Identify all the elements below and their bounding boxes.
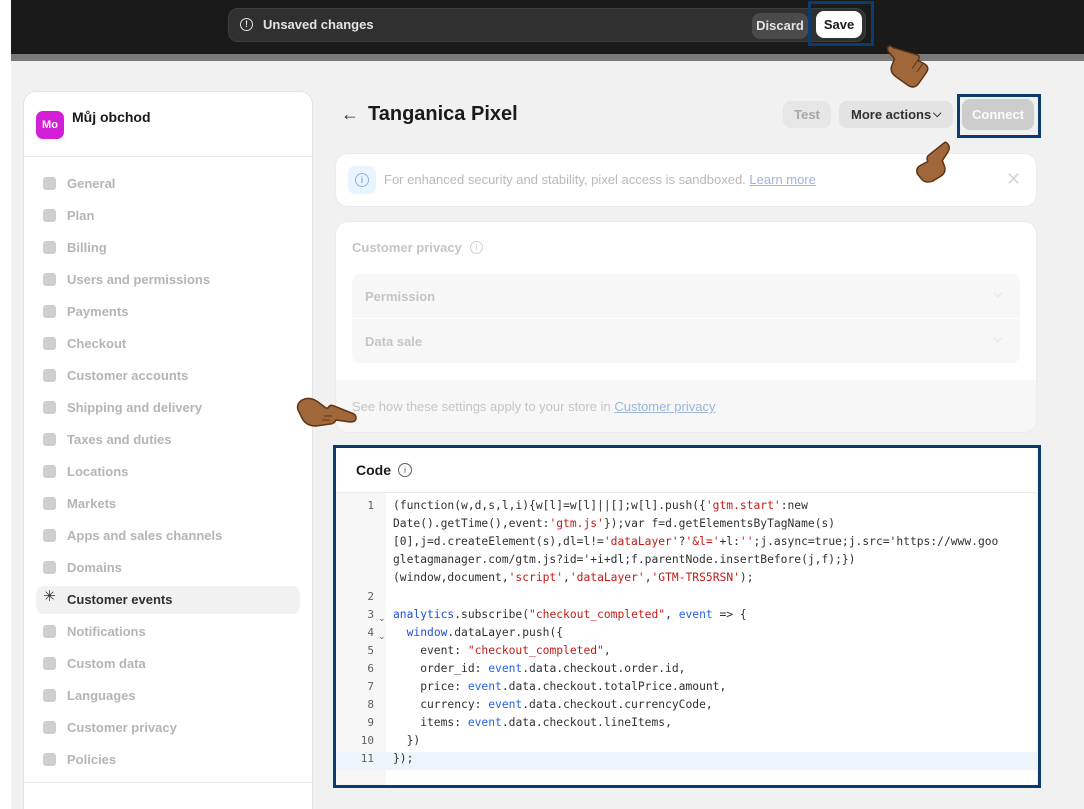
location-icon bbox=[43, 465, 56, 478]
info-icon[interactable]: i bbox=[470, 241, 483, 254]
sidebar-bottom-divider bbox=[24, 782, 312, 783]
chevron-down-icon: ⌵ bbox=[933, 108, 942, 120]
sidebar-item-label: Plan bbox=[67, 208, 95, 223]
language-icon bbox=[43, 689, 56, 702]
sidebar-item-shipping-and-delivery[interactable]: Shipping and delivery bbox=[36, 394, 300, 422]
permission-label: Permission bbox=[365, 289, 436, 304]
sidebar-item-label: Notifications bbox=[67, 624, 146, 639]
sidebar-item-label: Domains bbox=[67, 560, 122, 575]
learn-more-link[interactable]: Learn more bbox=[749, 172, 815, 187]
sidebar-item-label: Languages bbox=[67, 688, 136, 703]
sidebar-item-customer-privacy[interactable]: Customer privacy bbox=[36, 714, 300, 742]
sidebar-item-label: Apps and sales channels bbox=[67, 528, 223, 543]
sidebar-item-users-and-permissions[interactable]: Users and permissions bbox=[36, 266, 300, 294]
discard-button[interactable]: Discard bbox=[752, 13, 808, 39]
customer-privacy-link[interactable]: Customer privacy bbox=[614, 399, 715, 414]
back-arrow-icon[interactable]: ← bbox=[341, 104, 359, 125]
connect-highlight-box bbox=[957, 94, 1041, 138]
sidebar-item-label: Shipping and delivery bbox=[67, 400, 203, 415]
permission-row[interactable]: Permission ⌵ bbox=[352, 274, 1020, 318]
person-icon bbox=[43, 369, 56, 382]
sidebar-item-apps-and-sales-channels[interactable]: Apps and sales channels bbox=[36, 522, 300, 550]
alert-circle-icon: ! bbox=[240, 18, 253, 31]
domain-icon bbox=[43, 561, 56, 574]
sidebar-item-taxes-and-duties[interactable]: Taxes and duties bbox=[36, 426, 300, 454]
store-avatar[interactable]: Mo bbox=[36, 111, 64, 139]
payment-icon bbox=[43, 305, 56, 318]
sidebar-item-plan[interactable]: Plan bbox=[36, 202, 300, 230]
chevron-down-icon: ⌵ bbox=[993, 333, 1002, 345]
banner-text: For enhanced security and stability, pix… bbox=[384, 172, 816, 187]
sidebar-item-languages[interactable]: Languages bbox=[36, 682, 300, 710]
store-name[interactable]: Můj obchod bbox=[72, 109, 151, 125]
apps-icon bbox=[43, 529, 56, 542]
privacy-footer-message: See how these settings apply to your sto… bbox=[352, 399, 611, 414]
tax-icon bbox=[43, 433, 56, 446]
sidebar-item-policies[interactable]: Policies bbox=[36, 746, 300, 774]
sidebar-item-markets[interactable]: Markets bbox=[36, 490, 300, 518]
store-icon bbox=[43, 177, 56, 190]
privacy-footer-text: See how these settings apply to your sto… bbox=[352, 399, 715, 414]
sidebar-item-customer-accounts[interactable]: Customer accounts bbox=[36, 362, 300, 390]
code-highlight-box bbox=[333, 445, 1041, 788]
sidebar-item-domains[interactable]: Domains bbox=[36, 554, 300, 582]
billing-icon bbox=[43, 241, 56, 254]
test-button[interactable]: Test bbox=[783, 101, 831, 128]
lock-icon bbox=[43, 721, 56, 734]
policy-icon bbox=[43, 753, 56, 766]
sparkle-icon: ✳ bbox=[43, 588, 56, 605]
sidebar-item-label: Payments bbox=[67, 304, 129, 319]
close-icon[interactable]: ✕ bbox=[1006, 169, 1021, 190]
pointing-hand-icon bbox=[916, 141, 951, 183]
sidebar-item-custom-data[interactable]: Custom data bbox=[36, 650, 300, 678]
sidebar-item-billing[interactable]: Billing bbox=[36, 234, 300, 262]
sidebar-item-label: Users and permissions bbox=[67, 272, 211, 287]
sidebar-item-label: Custom data bbox=[67, 656, 146, 671]
sidebar-item-locations[interactable]: Locations bbox=[36, 458, 300, 486]
sidebar-divider bbox=[24, 156, 312, 157]
globe-icon bbox=[43, 497, 56, 510]
sidebar-item-label: Taxes and duties bbox=[67, 432, 172, 447]
data-sale-label: Data sale bbox=[365, 334, 423, 349]
database-icon bbox=[43, 657, 56, 670]
sidebar-item-checkout[interactable]: Checkout bbox=[36, 330, 300, 358]
save-highlight-box bbox=[808, 1, 874, 46]
sidebar-item-notifications[interactable]: Notifications bbox=[36, 618, 300, 646]
sidebar-item-label: General bbox=[67, 176, 116, 191]
unsaved-changes-label: Unsaved changes bbox=[263, 17, 374, 32]
sidebar-item-customer-events[interactable]: ✳ Customer events bbox=[36, 586, 300, 614]
bell-icon bbox=[43, 625, 56, 638]
data-sale-row[interactable]: Data sale ⌵ bbox=[352, 319, 1020, 363]
sidebar-item-label: Markets bbox=[67, 496, 117, 511]
chart-icon bbox=[43, 209, 56, 222]
sidebar-item-label: Checkout bbox=[67, 336, 127, 351]
pointing-hand-icon bbox=[886, 45, 929, 88]
sidebar-item-general[interactable]: General bbox=[36, 170, 300, 198]
sidebar-item-label: Customer accounts bbox=[67, 368, 189, 383]
chevron-down-icon: ⌵ bbox=[993, 288, 1002, 300]
more-actions-button[interactable]: More actions ⌵ bbox=[839, 101, 953, 128]
sidebar-item-label: Policies bbox=[67, 752, 117, 767]
cart-icon bbox=[43, 337, 56, 350]
info-icon: i bbox=[355, 173, 369, 187]
more-actions-label: More actions bbox=[851, 107, 932, 122]
users-icon bbox=[43, 273, 56, 286]
pointing-hand-icon bbox=[296, 397, 357, 427]
sidebar-item-payments[interactable]: Payments bbox=[36, 298, 300, 326]
truck-icon bbox=[43, 401, 56, 414]
customer-privacy-title: Customer privacy bbox=[352, 240, 462, 255]
sidebar-item-label: Customer events bbox=[67, 592, 173, 607]
sidebar-item-label: Billing bbox=[67, 240, 107, 255]
page-title: Tanganica Pixel bbox=[368, 103, 518, 125]
banner-message: For enhanced security and stability, pix… bbox=[384, 172, 746, 187]
sidebar-item-label: Locations bbox=[67, 464, 129, 479]
sidebar-item-label: Customer privacy bbox=[67, 720, 177, 735]
